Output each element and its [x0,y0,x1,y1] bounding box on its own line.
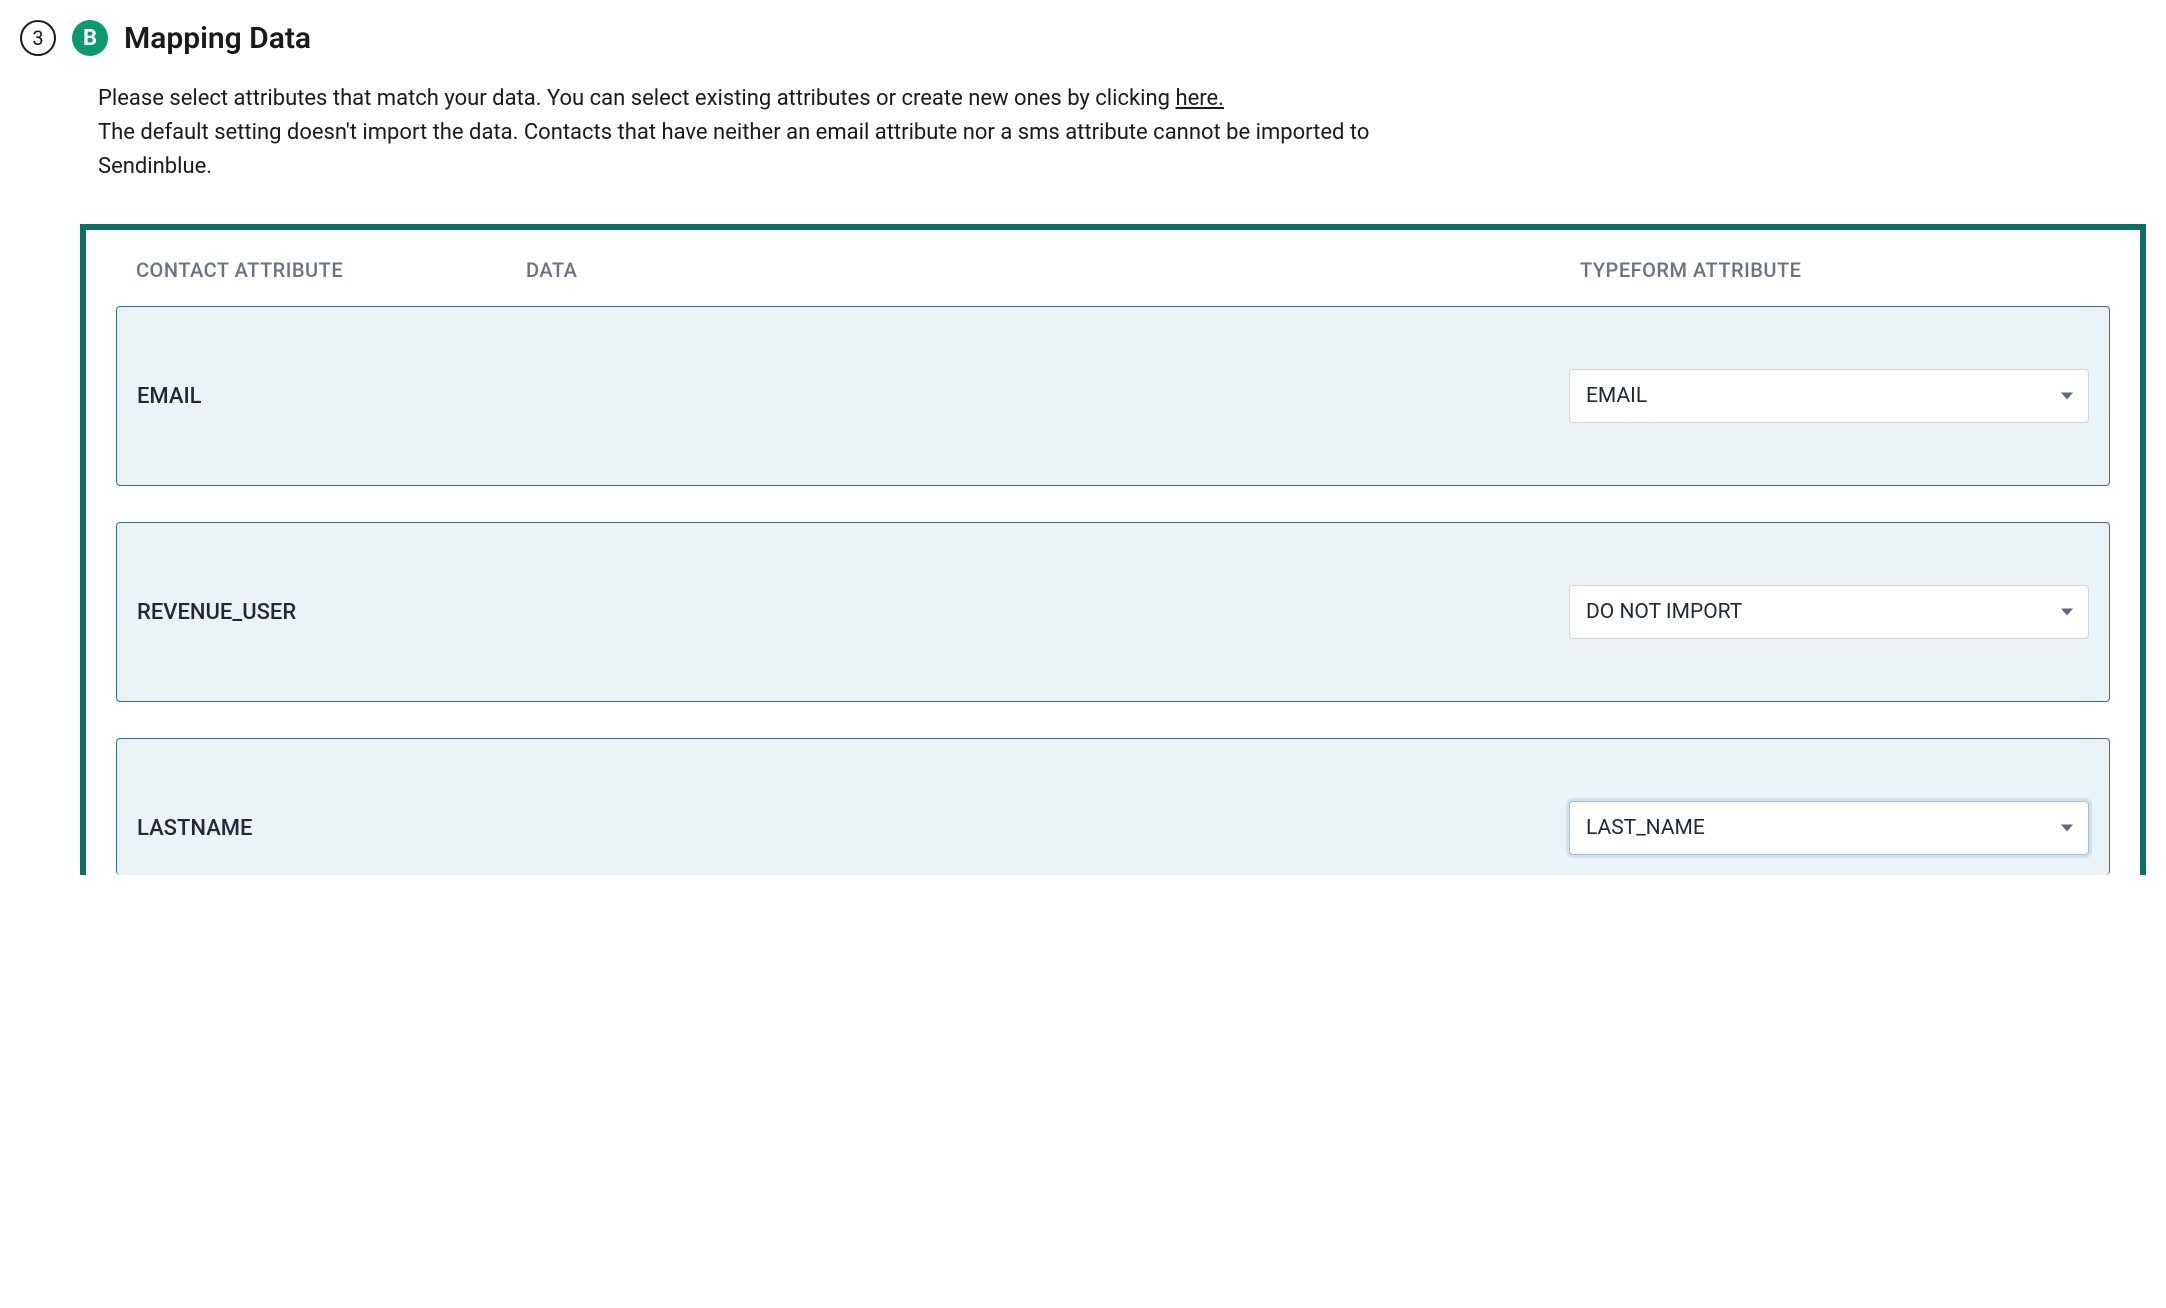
section-header: 3 B Mapping Data [20,20,2146,56]
section-title: Mapping Data [124,21,311,56]
contact-attribute-label: EMAIL [137,384,527,409]
mapping-row: REVENUE_USER DO NOT IMPORT [116,522,2110,702]
description-text-2: The default setting doesn't import the d… [98,120,1369,179]
description-text-1: Please select attributes that match your… [98,86,1175,111]
select-value: DO NOT IMPORT [1586,600,1742,624]
chevron-down-icon [2061,393,2073,400]
section-description: Please select attributes that match your… [98,82,1398,184]
step-number: 3 [32,26,43,50]
contact-attribute-label: REVENUE_USER [137,600,527,625]
typeform-attribute-select[interactable]: DO NOT IMPORT [1569,585,2089,639]
column-header-data: DATA [526,258,1570,282]
create-attribute-link[interactable]: here. [1175,86,1224,111]
chevron-down-icon [2061,825,2073,832]
contact-attribute-label: LASTNAME [137,816,527,841]
chevron-down-icon [2061,609,2073,616]
column-header-typeform: TYPEFORM ATTRIBUTE [1570,258,2090,282]
brand-letter: B [83,26,97,51]
typeform-attribute-select[interactable]: EMAIL [1569,369,2089,423]
typeform-attribute-select[interactable]: LAST_NAME [1569,801,2089,855]
select-value: LAST_NAME [1586,816,1705,840]
select-value: EMAIL [1586,384,1647,408]
step-number-badge: 3 [20,20,56,56]
mapping-panel: CONTACT ATTRIBUTE DATA TYPEFORM ATTRIBUT… [80,224,2146,875]
mapping-row: LASTNAME LAST_NAME [116,738,2110,875]
mapping-row: EMAIL EMAIL [116,306,2110,486]
column-header-contact: CONTACT ATTRIBUTE [136,258,526,282]
brand-badge: B [72,20,108,56]
mapping-table-header: CONTACT ATTRIBUTE DATA TYPEFORM ATTRIBUT… [116,230,2110,306]
